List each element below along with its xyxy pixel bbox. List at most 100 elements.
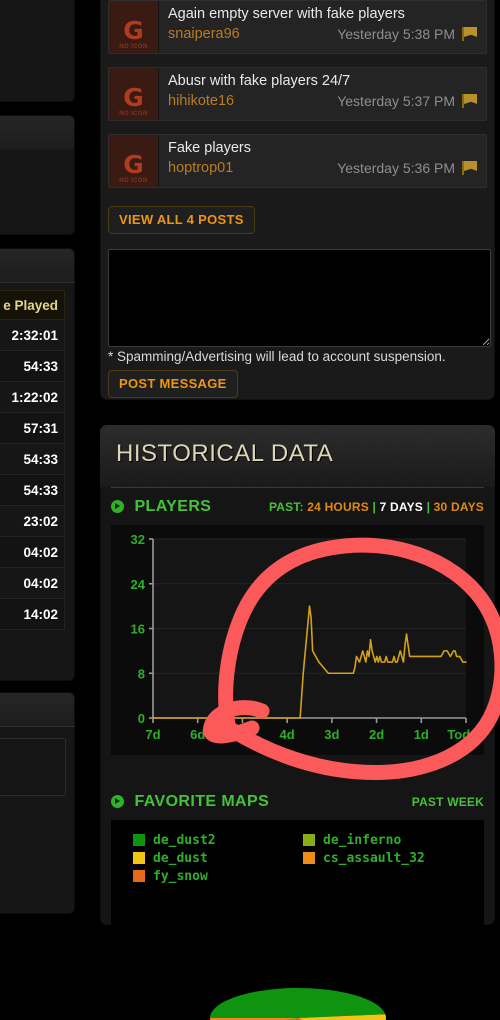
panel-divider <box>0 282 75 283</box>
post-meta: snaipera96 Yesterday 5:38 PM <box>168 26 480 42</box>
maps-legend: de_dust2 de_dust fy_snow de_inferno cs_a… <box>133 832 473 886</box>
post-body: Again empty server with fake players sna… <box>159 1 486 53</box>
legend-swatch <box>133 852 145 864</box>
panel-divider <box>0 726 75 727</box>
svg-text:32: 32 <box>131 532 145 547</box>
svg-text:16: 16 <box>131 622 145 637</box>
range-30-days[interactable]: 30 DAYS <box>434 500 484 514</box>
left-sidebar-clipped: e Played 2:32:01 54:33 1:22:02 57:31 54:… <box>0 0 75 914</box>
post-title[interactable]: Fake players <box>168 139 480 157</box>
range-7-days[interactable]: 7 DAYS <box>380 500 423 514</box>
game-logo-icon: G <box>123 150 144 179</box>
legend-column-right: de_inferno cs_assault_32 <box>303 832 473 886</box>
list-item[interactable]: G NO ICON Again empty server with fake p… <box>108 0 487 54</box>
section-label: PLAYERS <box>134 498 212 515</box>
range-selector: PAST: 24 HOURS | 7 DAYS | 30 DAYS <box>269 500 484 514</box>
message-input[interactable] <box>108 249 491 347</box>
favorite-maps-section-header: FAVORITE MAPS PAST WEEK <box>111 793 484 813</box>
sidebar-panel-2 <box>0 115 75 235</box>
forum-posts-panel: G NO ICON Again empty server with fake p… <box>100 0 495 400</box>
legend-swatch <box>303 852 315 864</box>
legend-column-left: de_dust2 de_dust fy_snow <box>133 832 303 886</box>
legend-label: cs_assault_32 <box>323 850 425 866</box>
main-column: G NO ICON Again empty server with fake p… <box>95 0 500 1020</box>
section-label: FAVORITE MAPS <box>134 793 270 810</box>
table-row: 14:02 <box>0 599 65 630</box>
sidebar-panel-4 <box>0 692 75 914</box>
svg-text:24: 24 <box>131 577 146 592</box>
no-icon-label: NO ICON <box>119 111 148 117</box>
post-meta: hoptrop01 Yesterday 5:36 PM <box>168 160 480 176</box>
spam-disclaimer: * Spamming/Advertising will lead to acco… <box>108 349 446 364</box>
flag-icon[interactable] <box>462 27 478 41</box>
maps-pie-chart <box>193 900 403 1020</box>
post-title[interactable]: Again empty server with fake players <box>168 5 480 23</box>
post-date: Yesterday 5:36 PM <box>337 160 455 176</box>
range-separator: | <box>426 500 431 514</box>
list-item: de_dust2 <box>133 832 303 848</box>
game-logo-icon: G <box>123 83 144 112</box>
post-author[interactable]: snaipera96 <box>168 26 240 42</box>
table-row: 54:33 <box>0 351 65 382</box>
historical-data-panel: HISTORICAL DATA PLAYERS PAST: 24 HOURS |… <box>100 425 495 1020</box>
post-title[interactable]: Abusr with fake players 24/7 <box>168 72 480 90</box>
no-icon-badge: G NO ICON <box>109 135 159 187</box>
flag-icon[interactable] <box>462 94 478 108</box>
play-circle-icon <box>111 500 124 513</box>
legend-swatch <box>133 870 145 882</box>
range-separator: | <box>372 500 377 514</box>
legend-label: de_dust2 <box>153 832 216 848</box>
list-item: de_dust <box>133 850 303 866</box>
legend-label: de_inferno <box>323 832 402 848</box>
players-chart[interactable]: 0 8 16 24 32 7d 6d 5d 4d 3d 2d 1d Today <box>111 525 484 755</box>
range-24-hours[interactable]: 24 HOURS <box>307 500 369 514</box>
svg-text:4d: 4d <box>280 727 295 742</box>
legend-swatch <box>303 834 315 846</box>
table-row: 1:22:02 <box>0 382 65 413</box>
table-row: 04:02 <box>0 568 65 599</box>
page-title: HISTORICAL DATA <box>116 440 334 467</box>
table-row: 04:02 <box>0 537 65 568</box>
table-row: 57:31 <box>0 413 65 444</box>
favorite-maps-chart[interactable]: de_dust2 de_dust fy_snow de_inferno cs_a… <box>111 820 484 1020</box>
no-icon-label: NO ICON <box>119 178 148 184</box>
post-date: Yesterday 5:37 PM <box>337 93 455 109</box>
pie-slice <box>209 988 385 1018</box>
game-logo-icon: G <box>123 16 144 45</box>
post-list: G NO ICON Again empty server with fake p… <box>108 0 487 201</box>
panel-header: HISTORICAL DATA <box>100 425 495 487</box>
flag-icon[interactable] <box>462 161 478 175</box>
table-row: 54:33 <box>0 475 65 506</box>
table-row: 2:32:01 <box>0 320 65 351</box>
play-circle-icon <box>111 795 124 808</box>
view-all-posts-button[interactable]: VIEW ALL 4 POSTS <box>108 206 255 234</box>
svg-text:6d: 6d <box>190 727 205 742</box>
table-row: 54:33 <box>0 444 65 475</box>
time-played-table: e Played 2:32:01 54:33 1:22:02 57:31 54:… <box>0 290 65 630</box>
svg-text:0: 0 <box>138 711 145 726</box>
maps-range-label: PAST WEEK <box>411 795 484 809</box>
list-item[interactable]: G NO ICON Fake players hoptrop01 Yesterd… <box>108 134 487 188</box>
list-item: cs_assault_32 <box>303 850 473 866</box>
no-icon-badge: G NO ICON <box>109 1 159 53</box>
post-body: Fake players hoptrop01 Yesterday 5:36 PM <box>159 135 486 187</box>
range-prefix: PAST: <box>268 500 304 514</box>
list-item[interactable]: G NO ICON Abusr with fake players 24/7 h… <box>108 67 487 121</box>
players-section-header: PLAYERS PAST: 24 HOURS | 7 DAYS | 30 DAY… <box>111 498 484 518</box>
list-item: fy_snow <box>133 868 303 884</box>
post-author[interactable]: hihikote16 <box>168 93 234 109</box>
post-message-button[interactable]: POST MESSAGE <box>108 370 238 398</box>
svg-text:Today: Today <box>447 727 484 742</box>
post-meta: hihikote16 Yesterday 5:37 PM <box>168 93 480 109</box>
players-line-chart: 0 8 16 24 32 7d 6d 5d 4d 3d 2d 1d Today <box>131 532 484 742</box>
legend-label: fy_snow <box>153 868 208 884</box>
svg-text:1d: 1d <box>414 727 429 742</box>
post-date: Yesterday 5:38 PM <box>337 26 455 42</box>
no-icon-badge: G NO ICON <box>109 68 159 120</box>
post-author[interactable]: hoptrop01 <box>168 160 233 176</box>
post-body: Abusr with fake players 24/7 hihikote16 … <box>159 68 486 120</box>
sidebar-inner-box <box>0 738 66 796</box>
list-item: de_inferno <box>303 832 473 848</box>
legend-swatch <box>133 834 145 846</box>
header-divider <box>111 487 484 488</box>
